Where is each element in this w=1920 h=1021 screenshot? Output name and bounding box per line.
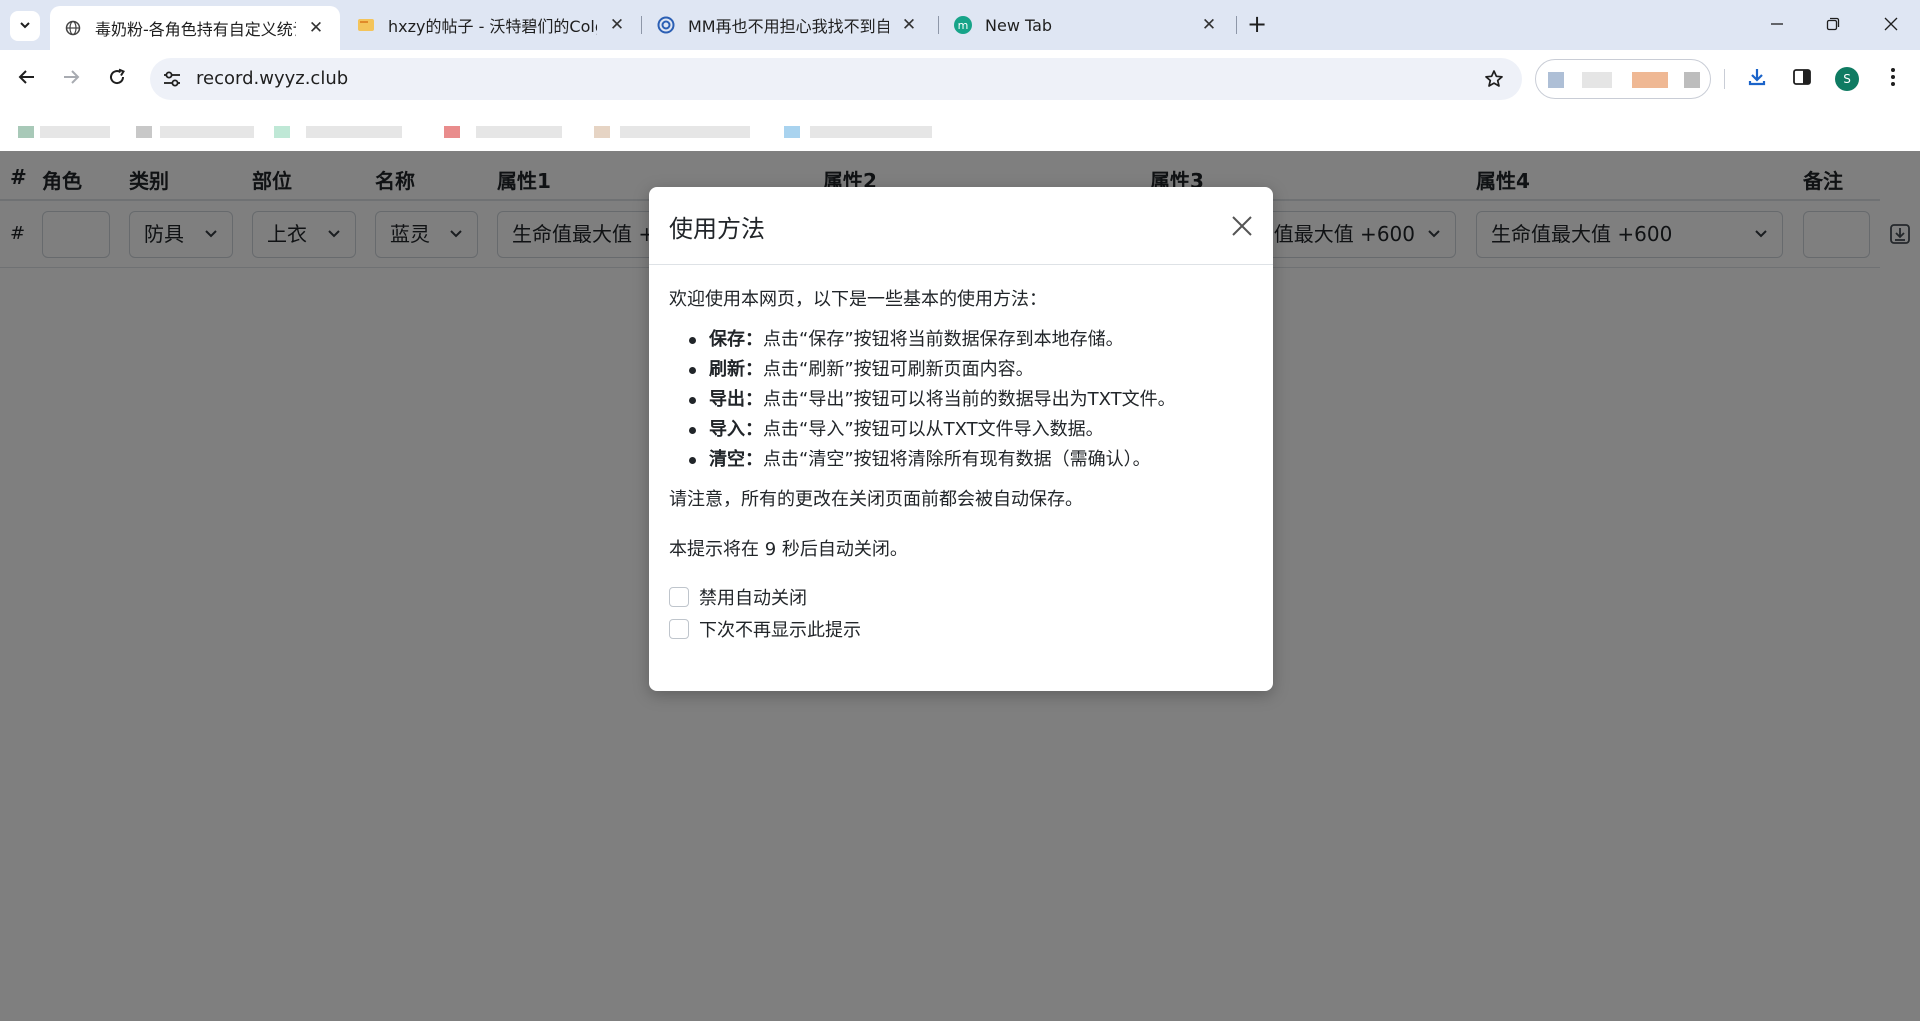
- step-term: 导出：: [709, 389, 763, 410]
- arrow-right-icon: [62, 68, 80, 90]
- bookmark-item[interactable]: [270, 116, 410, 142]
- minimize-icon: [1770, 16, 1784, 35]
- site-info-icon[interactable]: [160, 67, 184, 91]
- list-item: 保存：点击“保存”按钮将当前数据保存到本地存储。: [687, 325, 1253, 355]
- bookmark-item[interactable]: [120, 116, 260, 142]
- browser-toolbar: record.wyyz.club S: [0, 50, 1920, 108]
- checkbox-label: 下次不再显示此提示: [699, 620, 861, 641]
- extensions-pill[interactable]: [1535, 59, 1711, 99]
- close-icon: [1884, 16, 1898, 35]
- disable-auto-close-option[interactable]: 禁用自动关闭: [669, 585, 807, 609]
- profile-avatar[interactable]: S: [1835, 67, 1859, 91]
- step-desc: 点击“导出”按钮可以将当前的数据导出为TXT文件。: [763, 389, 1176, 410]
- tab-close-button[interactable]: ✕: [1199, 15, 1219, 35]
- modal-close-button[interactable]: [1227, 211, 1257, 241]
- modal-title: 使用方法: [669, 215, 765, 243]
- tab-close-button[interactable]: ✕: [607, 15, 627, 35]
- new-tab-button[interactable]: +: [1243, 11, 1271, 39]
- tab-title: New Tab: [985, 15, 1053, 35]
- dont-show-again-option[interactable]: 下次不再显示此提示: [669, 617, 861, 641]
- close-window-button[interactable]: [1876, 10, 1906, 40]
- list-item: 清空：点击“清空”按钮将清除所有现有数据（需确认）。: [687, 445, 1253, 475]
- address-bar[interactable]: record.wyyz.club: [150, 58, 1522, 100]
- tab-separator: [641, 16, 642, 34]
- globe-icon: [64, 19, 82, 37]
- step-desc: 点击“保存”按钮将当前数据保存到本地存储。: [763, 329, 1124, 350]
- step-desc: 点击“清空”按钮将清除所有现有数据（需确认）。: [763, 449, 1151, 470]
- bookmark-item[interactable]: [440, 116, 570, 142]
- step-term: 刷新：: [709, 359, 763, 380]
- tab-active[interactable]: 毒奶粉-各角色持有自定义统计 ✕: [50, 6, 340, 50]
- checkbox-label: 禁用自动关闭: [699, 588, 807, 609]
- m-logo-icon: m: [954, 16, 972, 34]
- tab-mm[interactable]: MM再也不用担心我找不到自定 ✕: [643, 6, 933, 44]
- arrow-left-icon: [18, 68, 36, 90]
- list-item: 刷新：点击“刷新”按钮可刷新页面内容。: [687, 355, 1253, 385]
- side-panel-button[interactable]: [1787, 64, 1817, 94]
- disable-auto-close-checkbox[interactable]: [669, 587, 689, 607]
- step-term: 清空：: [709, 449, 763, 470]
- back-button[interactable]: [12, 64, 42, 94]
- bookmarks-bar: [0, 108, 1920, 151]
- browser-tab-strip: 毒奶粉-各角色持有自定义统计 ✕ hxzy的帖子 - 沃特碧们的Colg ✕ M…: [0, 0, 1920, 50]
- restore-button[interactable]: [1818, 10, 1848, 40]
- modal-header: 使用方法: [649, 187, 1273, 265]
- auto-close-timer-text: 本提示将在 9 秒后自动关闭。: [669, 539, 908, 560]
- extension-icon[interactable]: [1582, 72, 1612, 88]
- bookmark-item[interactable]: [590, 116, 760, 142]
- bookmark-star-icon[interactable]: [1482, 67, 1506, 91]
- list-item: 导入：点击“导入”按钮可以从TXT文件导入数据。: [687, 415, 1253, 445]
- close-icon: [1232, 216, 1252, 236]
- extension-icon[interactable]: [1632, 72, 1668, 88]
- address-url[interactable]: record.wyyz.club: [196, 68, 348, 89]
- restore-icon: [1826, 16, 1840, 35]
- step-desc: 点击“刷新”按钮可刷新页面内容。: [763, 359, 1034, 380]
- step-term: 导入：: [709, 419, 763, 440]
- tab-new-tab[interactable]: m New Tab ✕: [940, 6, 1233, 44]
- download-icon: [1747, 67, 1767, 91]
- dont-show-again-checkbox[interactable]: [669, 619, 689, 639]
- tab-close-button[interactable]: ✕: [899, 15, 919, 35]
- tab-title: 毒奶粉-各角色持有自定义统计: [95, 20, 296, 39]
- bookmark-item[interactable]: [14, 116, 114, 142]
- tab-colg[interactable]: hxzy的帖子 - 沃特碧们的Colg ✕: [343, 6, 641, 44]
- step-desc: 点击“导入”按钮可以从TXT文件导入数据。: [763, 419, 1104, 440]
- tab-separator: [938, 16, 939, 34]
- intro-text: 欢迎使用本网页，以下是一些基本的使用方法：: [669, 289, 1047, 310]
- reload-button[interactable]: [102, 64, 132, 94]
- autosave-note: 请注意，所有的更改在关闭页面前都会被自动保存。: [669, 489, 1083, 510]
- more-vertical-icon: [1890, 67, 1896, 91]
- step-term: 保存：: [709, 329, 763, 350]
- bookmark-item[interactable]: [780, 116, 940, 142]
- list-item: 导出：点击“导出”按钮可以将当前的数据导出为TXT文件。: [687, 385, 1253, 415]
- minimize-button[interactable]: [1762, 10, 1792, 40]
- tab-search-button[interactable]: [10, 11, 40, 41]
- tab-title: hxzy的帖子 - 沃特碧们的Colg: [388, 17, 597, 36]
- tab-title: MM再也不用担心我找不到自定: [688, 17, 889, 36]
- browser-menu-button[interactable]: [1878, 64, 1908, 94]
- tab-separator: [1236, 16, 1237, 34]
- instruction-list: 保存：点击“保存”按钮将当前数据保存到本地存储。 刷新：点击“刷新”按钮可刷新页…: [687, 325, 1253, 475]
- svg-text:m: m: [958, 19, 969, 32]
- downloads-button[interactable]: [1742, 64, 1772, 94]
- page-icon: [357, 16, 375, 34]
- camera-icon: [657, 16, 675, 34]
- forward-button[interactable]: [56, 64, 86, 94]
- reload-icon: [108, 68, 126, 90]
- extension-icon[interactable]: [1684, 72, 1700, 88]
- extension-icon[interactable]: [1548, 72, 1564, 88]
- chevron-down-icon: [18, 17, 32, 36]
- usage-instructions-modal: 使用方法 欢迎使用本网页，以下是一些基本的使用方法： 保存：点击“保存”按钮将当…: [649, 187, 1273, 691]
- side-panel-icon: [1792, 68, 1812, 90]
- tab-close-button[interactable]: ✕: [306, 18, 326, 38]
- toolbar-separator: [1724, 69, 1725, 89]
